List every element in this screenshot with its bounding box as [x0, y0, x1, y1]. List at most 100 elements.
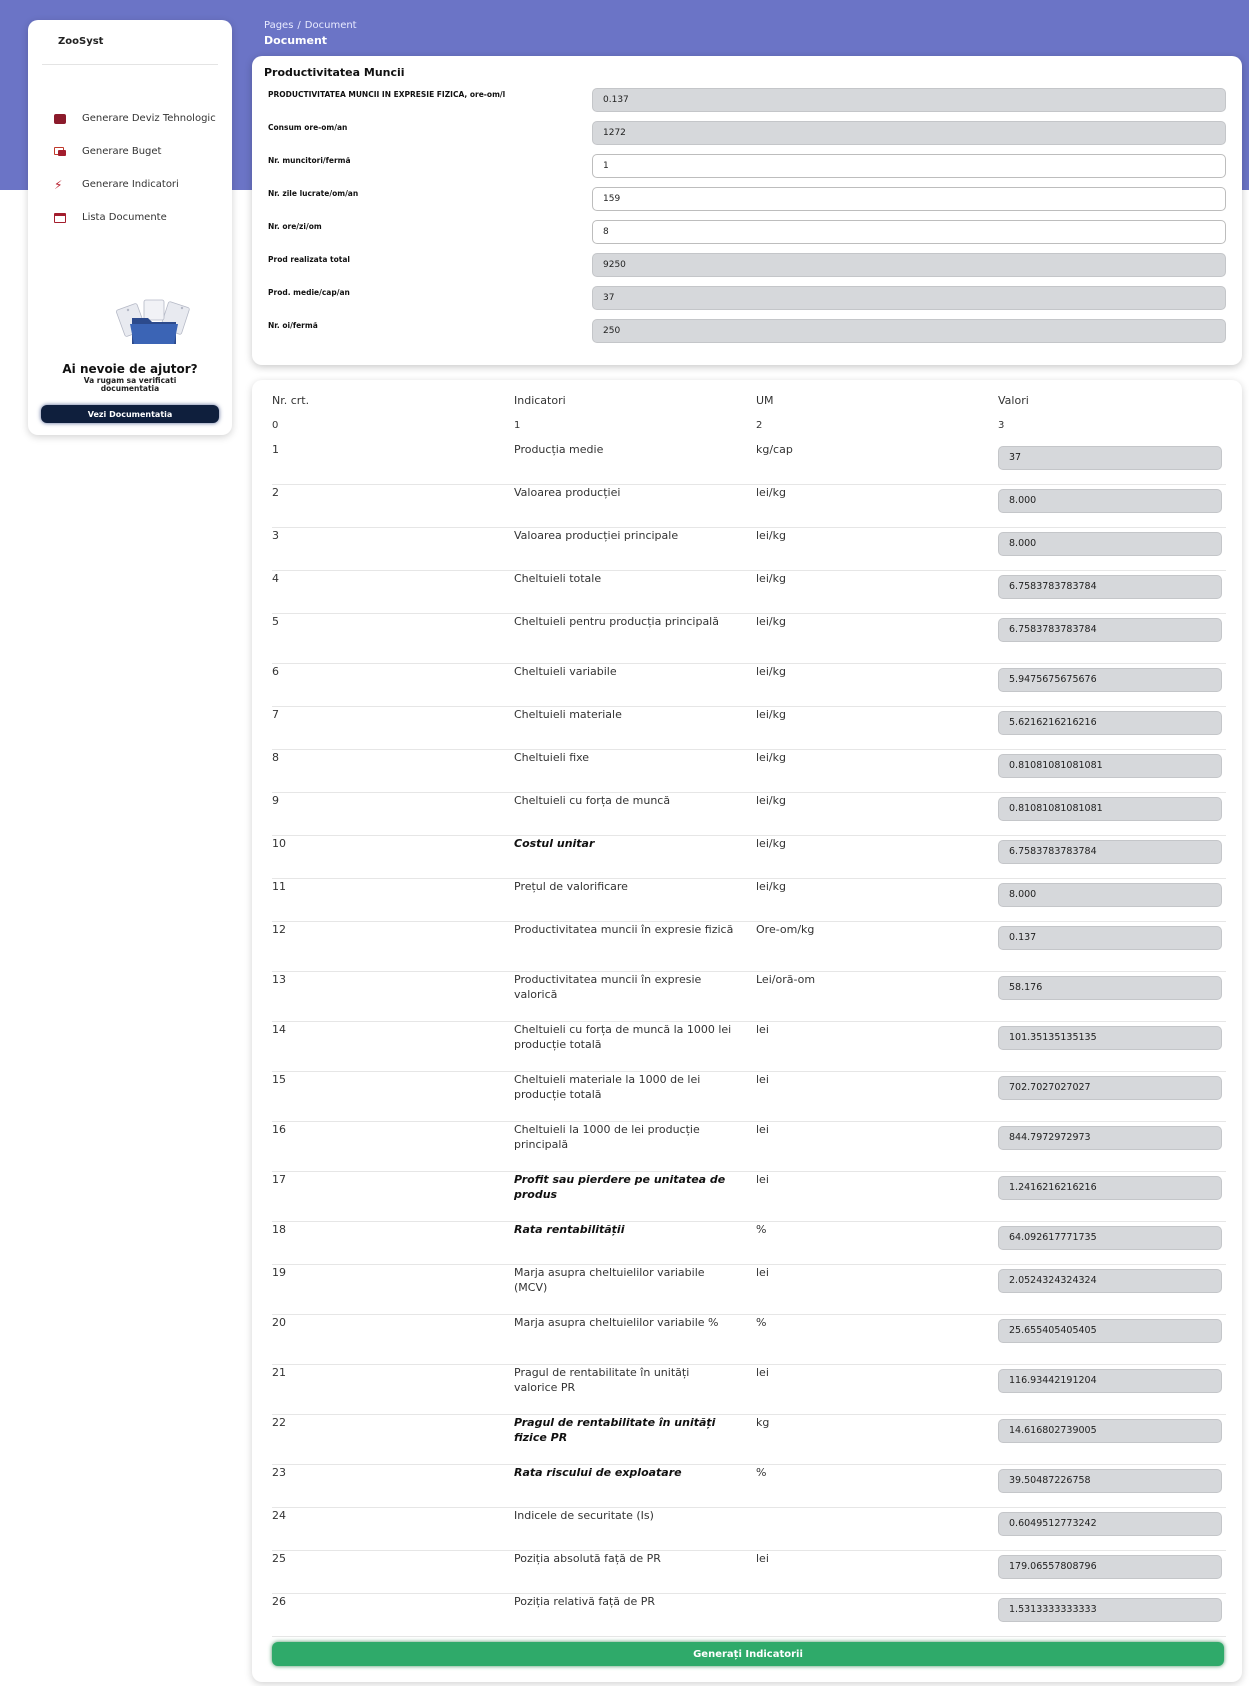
readonly-field[interactable]: 1272 — [592, 121, 1226, 145]
column-header-valori: Valori — [998, 394, 1029, 407]
indicator-name: Profit sau pierdere pe unitatea de produ… — [514, 1173, 726, 1201]
indicator-value-field[interactable]: 25.655405405405 — [998, 1319, 1222, 1343]
table-row: 17 Profit sau pierdere pe unitatea de pro… — [272, 1172, 1226, 1222]
indicator-value-field[interactable]: 116.93442191204 — [998, 1369, 1222, 1393]
documentation-button[interactable]: Vezi Documentatia — [41, 405, 219, 423]
indicator-name: Rata rentabilității — [514, 1223, 625, 1236]
field-label: Consum ore-om/an — [268, 123, 348, 132]
indicator-value-field[interactable]: 0.81081081081081 — [998, 797, 1222, 821]
indicator-value-field[interactable]: 5.9475675675676 — [998, 668, 1222, 692]
indicator-value-field[interactable]: 8.000 — [998, 532, 1222, 556]
field-label: Nr. zile lucrate/om/an — [268, 189, 359, 198]
sidebar-item-buget[interactable]: Generare Buget — [28, 135, 232, 168]
field-label: Prod realizata total — [268, 255, 350, 264]
unit-of-measure: lei — [756, 1173, 769, 1186]
indicator-name: Productivitatea muncii în expresie fizic… — [514, 923, 734, 936]
indicator-value-field[interactable]: 5.6216216216216 — [998, 711, 1222, 735]
indicator-value-field[interactable]: 1.5313333333333 — [998, 1598, 1222, 1622]
indicator-value-field[interactable]: 179.06557808796 — [998, 1555, 1222, 1579]
indicator-name: Poziția absolută față de PR — [514, 1552, 661, 1565]
indicator-value-field[interactable]: 844.7972972973 — [998, 1126, 1222, 1150]
help-title: Ai nevoie de ajutor? — [62, 362, 198, 376]
indicator-value-field[interactable]: 6.7583783783784 — [998, 840, 1222, 864]
readonly-field[interactable]: 0.137 — [592, 88, 1226, 112]
row-number: 21 — [272, 1366, 286, 1379]
indicator-name: Costul unitar — [514, 837, 595, 850]
sidebar-item-documente[interactable]: Lista Documente — [28, 201, 232, 234]
column-index: 3 — [998, 420, 1005, 431]
table-row: 8 Cheltuieli fixe lei/kg 0.81081081081081 — [272, 750, 1226, 793]
unit-of-measure: % — [756, 1316, 767, 1329]
generate-indicators-button[interactable]: Generați Indicatorii — [272, 1642, 1224, 1666]
form-row: Nr. zile lucrate/om/an 159 — [252, 187, 1242, 213]
field-label: Nr. muncitori/fermă — [268, 156, 351, 165]
editable-field[interactable]: 159 — [592, 187, 1226, 211]
row-number: 26 — [272, 1595, 286, 1608]
indicator-value-field[interactable]: 702.7027027027 — [998, 1076, 1222, 1100]
row-number: 11 — [272, 880, 286, 893]
unit-of-measure: lei — [756, 1366, 769, 1379]
unit-of-measure: Lei/oră-om — [756, 973, 816, 986]
table-row: 22 Pragul de rentabilitate în unități fiz… — [272, 1415, 1226, 1465]
indicator-value-field[interactable]: 0.81081081081081 — [998, 754, 1222, 778]
editable-field[interactable]: 8 — [592, 220, 1226, 244]
editable-field[interactable]: 1 — [592, 154, 1226, 178]
breadcrumb-root[interactable]: Pages — [264, 20, 293, 31]
unit-of-measure: lei/kg — [756, 486, 786, 499]
row-number: 7 — [272, 708, 279, 721]
indicator-value-field[interactable]: 14.616802739005 — [998, 1419, 1222, 1443]
unit-of-measure: lei — [756, 1073, 769, 1086]
indicator-value-field[interactable]: 6.7583783783784 — [998, 618, 1222, 642]
indicator-name: Valoarea producției — [514, 486, 621, 499]
unit-of-measure: lei/kg — [756, 708, 786, 721]
unit-of-measure: % — [756, 1466, 767, 1479]
row-number: 15 — [272, 1073, 286, 1086]
brand-logo[interactable]: ZooSyst — [58, 36, 103, 47]
sidebar-item-label: Generare Deviz Tehnologic — [82, 113, 216, 124]
indicator-value-field[interactable]: 101.35135135135 — [998, 1026, 1222, 1050]
indicator-name: Marja asupra cheltuielilor variabile (MC… — [514, 1266, 705, 1294]
readonly-field[interactable]: 37 — [592, 286, 1226, 310]
indicator-value-field[interactable]: 39.50487226758 — [998, 1469, 1222, 1493]
column-index: 2 — [756, 420, 763, 431]
wallet-icon — [54, 113, 66, 124]
indicator-value-field[interactable]: 2.0524324324324 — [998, 1269, 1222, 1293]
indicator-value-field[interactable]: 58.176 — [998, 976, 1222, 1000]
productivity-card: Productivitatea Muncii PRODUCTIVITATEA M… — [252, 56, 1242, 365]
field-label: Prod. medie/cap/an — [268, 288, 350, 297]
readonly-field[interactable]: 250 — [592, 319, 1226, 343]
row-number: 8 — [272, 751, 279, 764]
indicator-value-field[interactable]: 6.7583783783784 — [998, 575, 1222, 599]
form-row: Consum ore-om/an 1272 — [252, 121, 1242, 147]
table-row: 26 Poziția relativă față de PR 1.531333333… — [272, 1594, 1226, 1637]
row-number: 19 — [272, 1266, 286, 1279]
indicator-value-field[interactable]: 0.137 — [998, 926, 1222, 950]
indicator-name: Poziția relativă față de PR — [514, 1595, 656, 1608]
table-row: 23 Rata riscului de exploatare% 39.5048722… — [272, 1465, 1226, 1508]
indicator-value-field[interactable]: 8.000 — [998, 883, 1222, 907]
row-number: 23 — [272, 1466, 286, 1479]
indicator-name: Valoarea producției principale — [514, 529, 679, 542]
sidebar-item-label: Generare Indicatori — [82, 179, 179, 190]
indicator-value-field[interactable]: 0.6049512773242 — [998, 1512, 1222, 1536]
readonly-field[interactable]: 9250 — [592, 253, 1226, 277]
indicator-value-field[interactable]: 8.000 — [998, 489, 1222, 513]
form-row: Nr. ore/zi/om 8 — [252, 220, 1242, 246]
indicator-value-field[interactable]: 1.2416216216216 — [998, 1176, 1222, 1200]
indicator-name: Cheltuieli cu forța de muncă — [514, 794, 671, 807]
indicator-value-field[interactable]: 37 — [998, 446, 1222, 470]
row-number: 10 — [272, 837, 286, 850]
indicator-name: Cheltuieli variabile — [514, 665, 617, 678]
table-row: 10 Costul unitar lei/kg 6.7583783783784 — [272, 836, 1226, 879]
indicator-value-field[interactable]: 64.092617771735 — [998, 1226, 1222, 1250]
table-row: 3 Valoarea producției principale lei/kg 8.0… — [272, 528, 1226, 571]
unit-of-measure: lei/kg — [756, 837, 786, 850]
table-row: 9 Cheltuieli cu forța de muncă lei/kg 0.810… — [272, 793, 1226, 836]
table-row: 4 Cheltuieli totale lei/kg 6.7583783783784 — [272, 571, 1226, 614]
sidebar-item-deviz[interactable]: Generare Deviz Tehnologic — [28, 102, 232, 135]
row-number: 17 — [272, 1173, 286, 1186]
sidebar-item-indicatori[interactable]: ⚡ Generare Indicatori — [28, 168, 232, 201]
table-row: 18 Rata rentabilității% 64.092617771735 — [272, 1222, 1226, 1265]
indicator-name: Cheltuieli materiale — [514, 708, 622, 721]
indicator-name: Indicele de securitate (Is) — [514, 1509, 654, 1522]
